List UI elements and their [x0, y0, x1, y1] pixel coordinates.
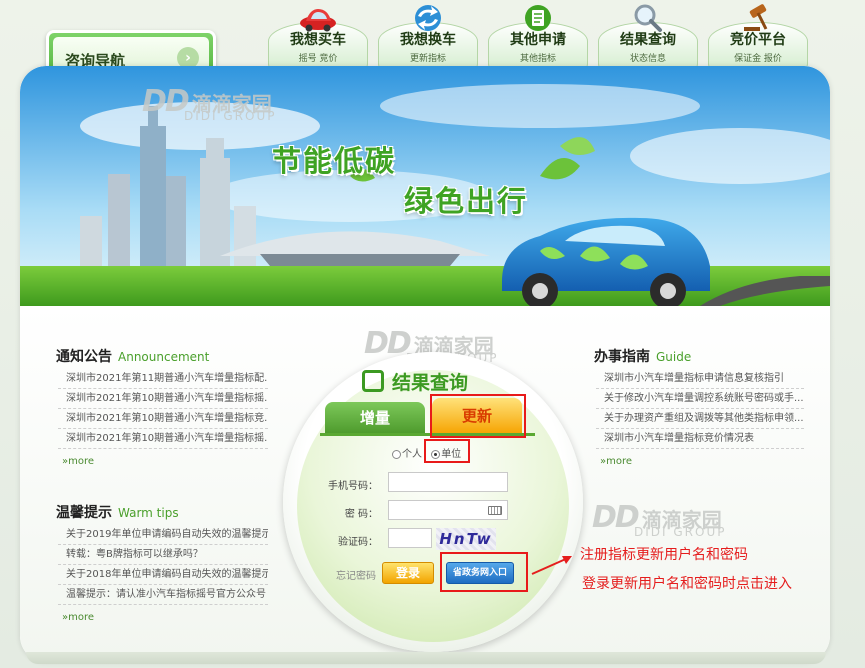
tab-change-car[interactable]: 我想换车 更新指标 [378, 5, 478, 70]
tab-other-apply-sub: 其他指标 [519, 54, 556, 64]
watermark-right: DD 滴滴家园 DIDI GROUP [592, 500, 727, 539]
highlight-box-portal-button [440, 552, 528, 592]
query-icon [362, 370, 384, 392]
tips-title-en: Warm tips [118, 506, 179, 520]
tab-add[interactable]: 增量 [325, 402, 425, 434]
keyboard-icon[interactable] [488, 506, 502, 515]
notice-title: 通知公告 Announcement [56, 349, 210, 365]
list-item[interactable]: 深圳市2021年第11期普通小汽车增量指标配... [58, 369, 268, 389]
list-item[interactable]: 深圳市2021年第10期普通小汽车增量指标摇... [58, 389, 268, 409]
magnifier-icon [634, 4, 662, 32]
phone-input[interactable] [388, 472, 508, 492]
list-item[interactable]: 深圳市2021年第10期普通小汽车增量指标竞... [58, 409, 268, 429]
slogan-line2: 绿色出行 [404, 184, 529, 218]
list-item[interactable]: 转载：粤B牌指标可以继承吗？ [58, 545, 268, 565]
list-item[interactable]: 深圳市小汽车增量指标竞价情况表 [596, 429, 804, 449]
query-title: 结果查询 [392, 372, 469, 394]
forgot-password-link[interactable]: 忘记密码 [336, 567, 376, 582]
annotation-line1: 注册指标更新用户名和密码 [580, 547, 748, 563]
tab-change-car-sub: 更新指标 [409, 54, 446, 64]
guide-list: 深圳市小汽车增量指标申请信息复核指引 关于修改小汽车增量调控系统账号密码或手..… [596, 369, 804, 449]
list-item[interactable]: 深圳市2021年第10期普通小汽车增量指标摇... [58, 429, 268, 449]
list-item[interactable]: 关于2018年单位申请编码自动失效的温馨提示 [58, 565, 268, 585]
tips-list: 关于2019年单位申请编码自动失效的温馨提示 转载：粤B牌指标可以继承吗？ 关于… [58, 525, 268, 605]
tab-other-apply[interactable]: 其他申请 其他指标 [488, 5, 588, 70]
captcha-label: 验证码： [338, 537, 378, 548]
tips-title: 温馨提示 Warm tips [56, 505, 179, 521]
guide-title: 办事指南 Guide [594, 349, 692, 365]
red-arrow-icon [531, 556, 572, 575]
tab-buy-car-sub: 摇号 竞价 [298, 54, 338, 64]
list-item[interactable]: 关于办理资产重组及调拨等其他类指标申领... [596, 409, 804, 429]
list-item[interactable]: 关于修改小汽车增量调控系统账号密码或手... [596, 389, 804, 409]
bottom-strip [26, 652, 826, 664]
tab-bidding-platform[interactable]: 竞价平台 保证金 报价 [708, 4, 808, 70]
radio-personal-label: 个人 [402, 449, 422, 460]
tab-bidding-platform-sub: 保证金 报价 [734, 54, 782, 64]
tab-result-query[interactable]: 结果查询 状态信息 [598, 4, 698, 70]
notice-title-en: Announcement [118, 350, 210, 364]
radio-personal[interactable] [392, 449, 401, 459]
captcha-input[interactable] [388, 528, 432, 548]
guide-more-link[interactable]: »more [600, 456, 632, 467]
tab-buy-car[interactable]: 我想买车 摇号 竞价 [268, 9, 368, 70]
red-car-icon [300, 9, 336, 32]
tab-result-query-sub: 状态信息 [629, 54, 666, 64]
watermark-top: DD 滴滴家园 DIDI GROUP [142, 84, 277, 123]
list-item[interactable]: 深圳市小汽车增量指标申请信息复核指引 [596, 369, 804, 389]
highlight-box-update-tab [430, 394, 526, 438]
annotation-line2: 登录更新用户名和密码时点击进入 [582, 576, 792, 592]
phone-label: 手机号码： [328, 481, 378, 492]
tips-more-link[interactable]: »more [62, 612, 94, 623]
document-icon [525, 5, 551, 31]
captcha-image[interactable]: HnTw [436, 528, 496, 550]
slogan-line1: 节能低碳 [272, 144, 397, 178]
gavel-icon [744, 4, 768, 31]
guide-title-en: Guide [656, 350, 692, 364]
notice-list: 深圳市2021年第11期普通小汽车增量指标配... 深圳市2021年第10期普通… [58, 369, 268, 449]
login-button[interactable]: 登录 [382, 562, 434, 584]
exchange-arrows-icon [415, 5, 441, 31]
password-label: 密 码： [344, 509, 378, 520]
list-item[interactable]: 关于2019年单位申请编码自动失效的温馨提示 [58, 525, 268, 545]
list-item[interactable]: 温馨提示：请认准小汽车指标摇号官方公众号 [58, 585, 268, 605]
notice-more-link[interactable]: »more [62, 456, 94, 467]
highlight-box-company-radio [424, 439, 470, 463]
